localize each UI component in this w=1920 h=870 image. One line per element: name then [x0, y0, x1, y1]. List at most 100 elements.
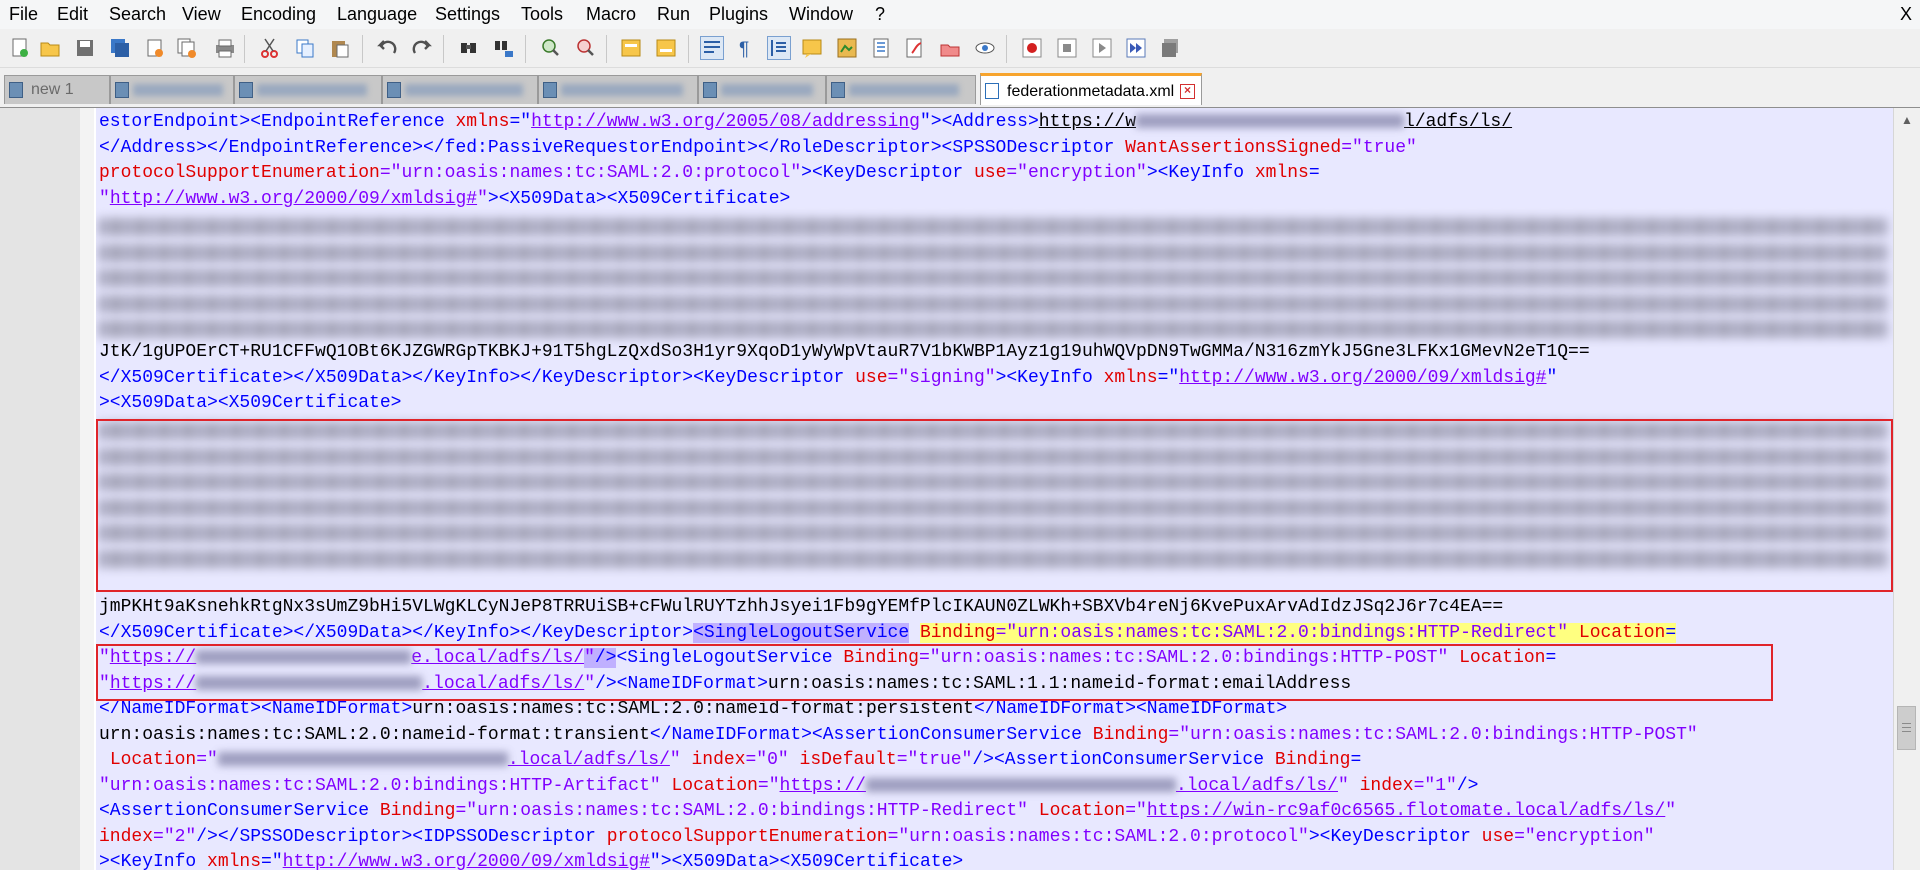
sync-horizontal-icon[interactable] — [654, 36, 678, 60]
menu-settings[interactable]: Settings — [435, 4, 500, 25]
code-line: jmPKHt9aKsnehkRtgNx3sUmZ9bHi5VLWgKLCyNJe… — [99, 597, 1504, 617]
menu-run[interactable]: Run — [657, 4, 690, 25]
tab-blurred-6[interactable] — [826, 75, 976, 104]
redo-icon[interactable] — [410, 36, 434, 60]
save-macro-icon[interactable] — [1159, 36, 1183, 60]
redacted-certificate-line — [99, 422, 1889, 440]
run-macro-multiple-icon[interactable] — [1124, 36, 1148, 60]
monitoring-icon[interactable] — [938, 36, 962, 60]
menu-view[interactable]: View — [182, 4, 221, 25]
sync-vertical-icon[interactable] — [619, 36, 643, 60]
code-line: <AssertionConsumerService Binding="urn:o… — [99, 801, 1677, 821]
redacted-certificate-line — [99, 550, 1889, 568]
replace-icon[interactable] — [492, 36, 516, 60]
find-icon[interactable] — [457, 36, 481, 60]
code-line: index="2"/></SPSSODescriptor><IDPSSODesc… — [99, 826, 1655, 847]
code-line: </X509Certificate></X509Data></KeyInfo><… — [99, 622, 1677, 643]
tab-blurred-3[interactable] — [382, 75, 538, 104]
save-all-icon[interactable] — [108, 36, 132, 60]
zoom-out-icon[interactable] — [573, 36, 597, 60]
redacted-text — [865, 777, 1176, 792]
menu-macro[interactable]: Macro — [586, 4, 636, 25]
save-icon[interactable] — [73, 36, 97, 60]
zoom-in-icon[interactable] — [538, 36, 562, 60]
redacted-certificate-line — [99, 448, 1889, 466]
redacted-text — [196, 675, 423, 690]
tab-federationmetadata[interactable]: federationmetadata.xml × — [980, 73, 1202, 105]
close-all-icon[interactable] — [175, 36, 199, 60]
preview-eye-icon[interactable] — [973, 36, 997, 60]
stop-macro-icon[interactable] — [1055, 36, 1079, 60]
code-view[interactable]: estorEndpoint><EndpointReference xmlns="… — [96, 108, 1894, 870]
menu-help[interactable]: ? — [875, 4, 885, 25]
redacted-certificate-line — [99, 473, 1889, 491]
folder-as-workspace-icon[interactable] — [903, 36, 927, 60]
show-all-characters-icon[interactable]: ¶ — [733, 36, 757, 60]
code-line: protocolSupportEnumeration="urn:oasis:na… — [99, 163, 1320, 183]
open-file-icon[interactable] — [38, 36, 62, 60]
tab-blurred-2[interactable] — [234, 75, 382, 104]
editor[interactable]: estorEndpoint><EndpointReference xmlns="… — [0, 108, 1920, 870]
function-list-icon[interactable] — [870, 36, 894, 60]
redacted-tab-label — [405, 84, 523, 96]
close-tab-icon[interactable]: × — [1180, 84, 1195, 99]
code-line: "http://www.w3.org/2000/09/xmldsig#"><X5… — [99, 188, 791, 209]
code-line: "https://.local/adfs/ls/"/><NameIDFormat… — [99, 673, 1352, 694]
file-icon — [239, 82, 253, 98]
line-number-margin — [0, 108, 81, 870]
tab-blurred-5[interactable] — [698, 75, 826, 104]
menu-language[interactable]: Language — [337, 4, 417, 25]
redacted-tab-label — [721, 84, 813, 96]
undo-icon[interactable] — [375, 36, 399, 60]
play-macro-icon[interactable] — [1090, 36, 1114, 60]
new-file-icon[interactable] — [8, 36, 32, 60]
code-line: ><X509Data><X509Certificate> — [99, 393, 402, 413]
redacted-tab-label — [849, 84, 959, 96]
redacted-certificate-line — [99, 499, 1889, 517]
code-line: </Address></EndpointReference></fed:Pass… — [99, 137, 1417, 158]
code-line: </X509Certificate></X509Data></KeyInfo><… — [99, 367, 1558, 388]
redacted-certificate-line — [99, 244, 1889, 262]
redacted-text — [196, 650, 412, 665]
scroll-up-icon[interactable]: ▲ — [1894, 108, 1920, 132]
record-macro-icon[interactable] — [1020, 36, 1044, 60]
cut-icon[interactable] — [258, 36, 282, 60]
menu-bar: File Edit Search View Encoding Language … — [0, 0, 1920, 29]
tab-blurred-4[interactable] — [538, 75, 698, 104]
menu-window[interactable]: Window — [789, 4, 853, 25]
redacted-certificate-line — [99, 295, 1889, 313]
code-line: "urn:oasis:names:tc:SAML:2.0:bindings:HT… — [99, 775, 1479, 796]
vertical-scrollbar[interactable]: ▲ — [1893, 108, 1920, 870]
file-icon — [703, 82, 717, 98]
indent-guide-icon[interactable] — [767, 36, 791, 60]
redacted-tab-label — [257, 84, 367, 96]
file-icon — [831, 82, 845, 98]
menu-plugins[interactable]: Plugins — [709, 4, 768, 25]
tab-blurred-1[interactable] — [110, 75, 234, 104]
redacted-certificate-line — [99, 218, 1889, 236]
copy-icon[interactable] — [293, 36, 317, 60]
tab-new-1[interactable]: new 1 — [4, 75, 110, 104]
svg-text:¶: ¶ — [739, 39, 749, 59]
menu-encoding[interactable]: Encoding — [241, 4, 316, 25]
scrollbar-thumb[interactable] — [1897, 706, 1916, 750]
word-wrap-icon[interactable] — [700, 36, 724, 60]
paste-icon[interactable] — [328, 36, 352, 60]
file-icon — [543, 82, 557, 98]
menu-file[interactable]: File — [9, 4, 38, 25]
user-language-icon[interactable] — [800, 36, 824, 60]
tab-bar: new 1 federationmetadata.xml × — [0, 69, 1920, 108]
window-close-button[interactable]: X — [1900, 4, 1912, 25]
file-icon — [9, 82, 23, 98]
code-line: JtK/1gUPOErCT+RU1CFFwQ1OBt6KJZGWRGpTKBKJ… — [99, 342, 1590, 362]
file-icon — [387, 82, 401, 98]
menu-tools[interactable]: Tools — [521, 4, 563, 25]
menu-search[interactable]: Search — [109, 4, 166, 25]
menu-edit[interactable]: Edit — [57, 4, 88, 25]
redacted-certificate-line — [99, 269, 1889, 287]
code-line: Location=" .local/adfs/ls/" index="0" isD… — [109, 750, 1362, 770]
print-icon[interactable] — [213, 36, 237, 60]
selected-text: <SingleLogoutService — [693, 622, 910, 643]
close-icon[interactable] — [143, 36, 167, 60]
document-map-icon[interactable] — [835, 36, 859, 60]
